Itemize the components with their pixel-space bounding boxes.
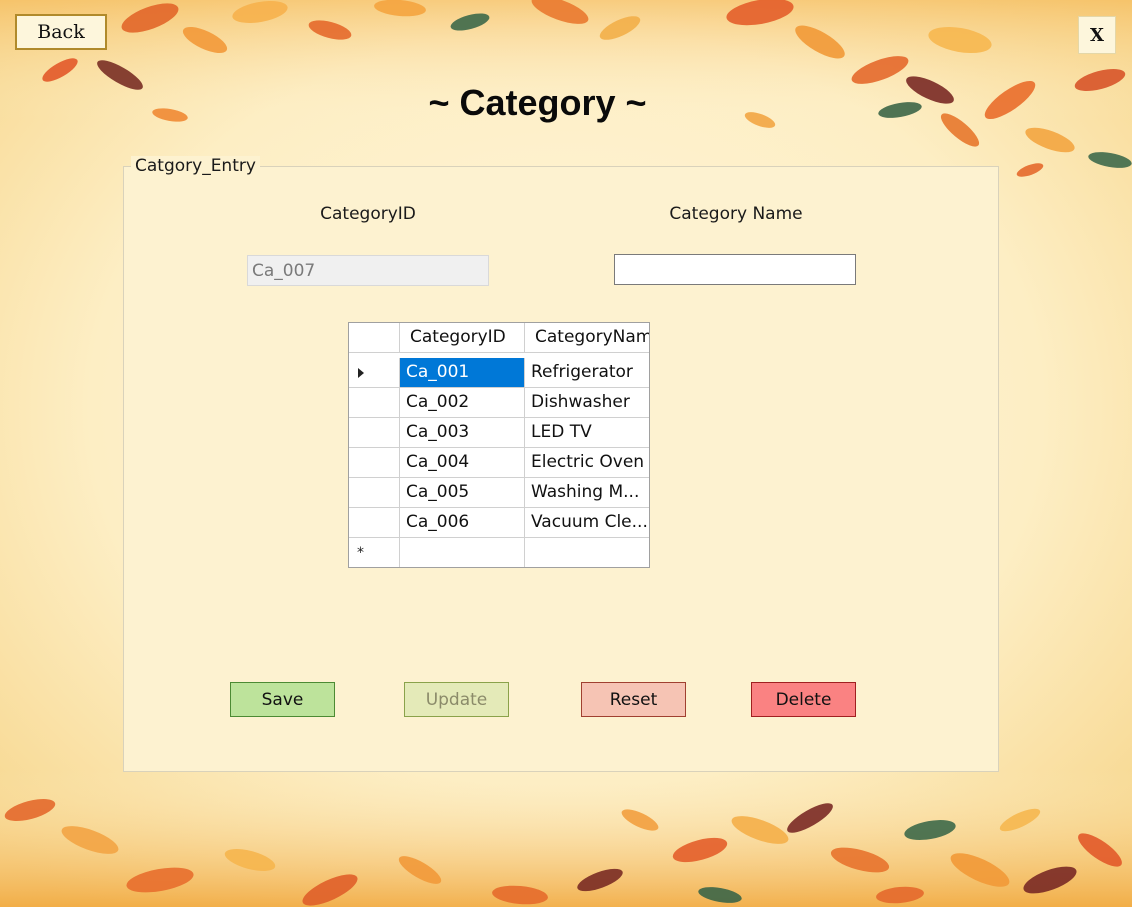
new-row-marker: * [357,545,364,561]
table-row[interactable]: Ca_001 Refrigerator [349,358,649,388]
category-id-field[interactable]: Ca_007 [247,255,489,286]
group-legend: Catgory_Entry [131,156,260,176]
grid-header-row: CategoryID CategoryNam [349,323,649,353]
cell-category-id[interactable]: Ca_005 [400,478,525,508]
table-row[interactable]: Ca_006 Vacuum Cle... [349,508,649,538]
cell-category-name[interactable]: LED TV [525,418,649,448]
category-name-label: Category Name [669,204,803,224]
update-button[interactable]: Update [404,682,509,717]
row-selector[interactable] [349,358,400,388]
category-name-field[interactable] [614,254,856,285]
cell-category-id[interactable] [400,538,525,567]
row-selector[interactable] [349,508,400,538]
row-header-corner [349,323,400,353]
table-row[interactable]: Ca_005 Washing M... [349,478,649,508]
row-selector[interactable] [349,418,400,448]
cell-category-name[interactable]: Dishwasher [525,388,649,418]
cell-category-id[interactable]: Ca_001 [400,358,525,388]
category-id-label: CategoryID [320,204,416,224]
cell-category-id[interactable]: Ca_004 [400,448,525,478]
new-row[interactable]: * [349,538,649,567]
cell-category-name[interactable]: Electric Oven [525,448,649,478]
current-row-arrow-icon [358,368,364,378]
table-row[interactable]: Ca_002 Dishwasher [349,388,649,418]
row-selector[interactable] [349,448,400,478]
cell-category-id[interactable]: Ca_006 [400,508,525,538]
row-selector[interactable]: * [349,538,400,567]
cell-category-id[interactable]: Ca_002 [400,388,525,418]
column-header-category-name[interactable]: CategoryNam [525,323,649,353]
column-header-category-id[interactable]: CategoryID [400,323,525,353]
save-button[interactable]: Save [230,682,335,717]
close-button[interactable]: X [1078,16,1116,54]
page-title: ~ Category ~ [428,82,647,123]
row-selector[interactable] [349,478,400,508]
back-button[interactable]: Back [15,14,107,50]
cell-category-name[interactable]: Refrigerator [525,358,649,388]
table-row[interactable]: Ca_003 LED TV [349,418,649,448]
reset-button[interactable]: Reset [581,682,686,717]
delete-button[interactable]: Delete [751,682,856,717]
table-row[interactable]: Ca_004 Electric Oven [349,448,649,478]
row-selector[interactable] [349,388,400,418]
cell-category-name[interactable] [525,538,649,567]
cell-category-name[interactable]: Washing M... [525,478,649,508]
category-grid[interactable]: CategoryID CategoryNam Ca_001 Refrigerat… [348,322,650,568]
cell-category-id[interactable]: Ca_003 [400,418,525,448]
cell-category-name[interactable]: Vacuum Cle... [525,508,649,538]
